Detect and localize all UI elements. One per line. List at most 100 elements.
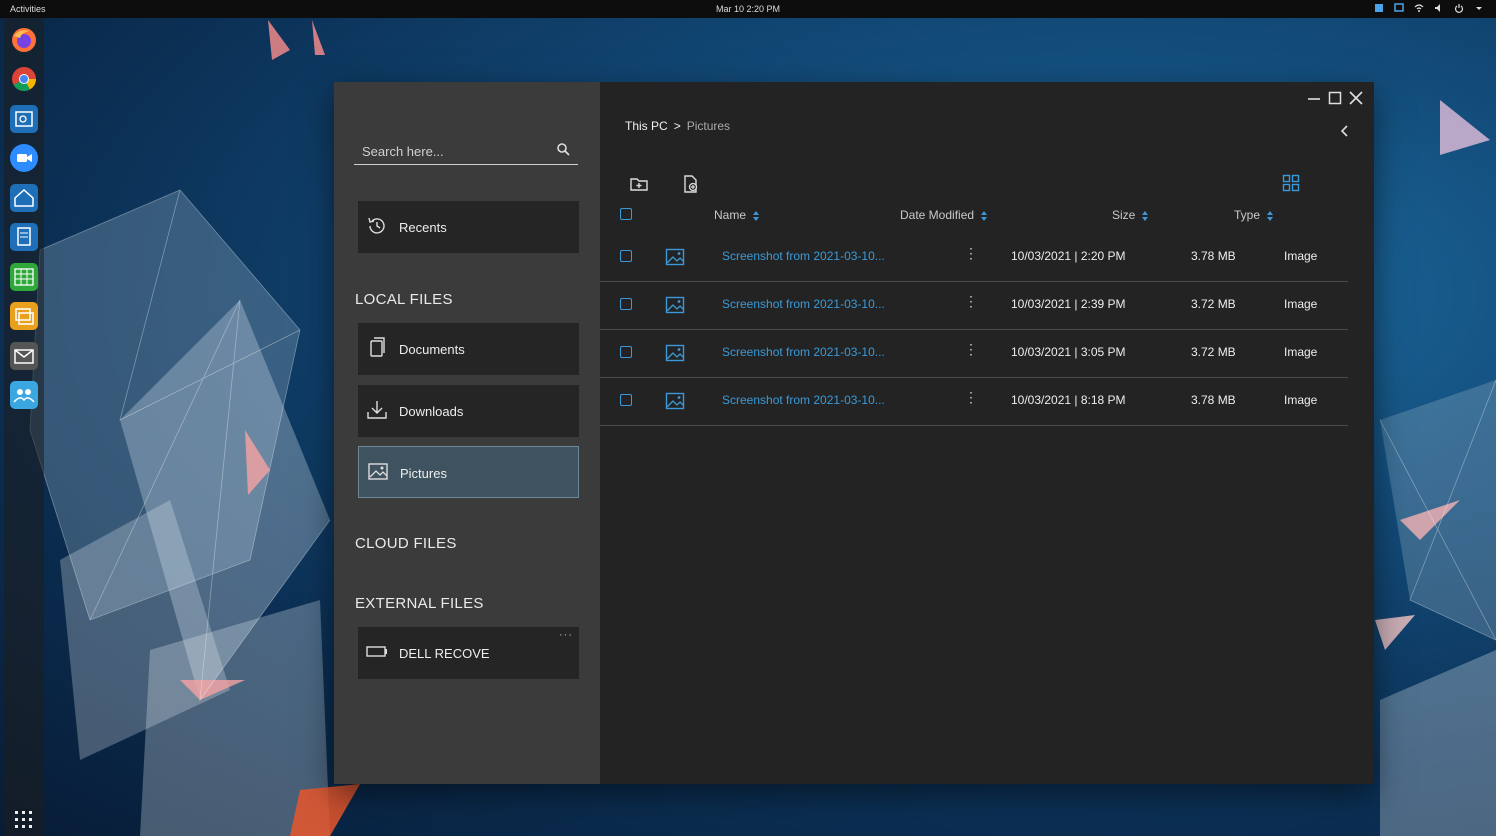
file-manager-icon[interactable] <box>10 105 38 133</box>
chrome-icon[interactable] <box>10 65 38 93</box>
sidebar-item-documents[interactable]: Documents <box>358 323 579 375</box>
file-size: 3.78 MB <box>1191 393 1236 407</box>
more-vert-icon[interactable]: ⋮ <box>964 390 978 404</box>
file-size: 3.72 MB <box>1191 345 1236 359</box>
volume-icon[interactable] <box>1434 3 1444 13</box>
workspace-icon[interactable] <box>1374 3 1384 13</box>
row-checkbox[interactable] <box>620 298 632 310</box>
sidebar-item-recents[interactable]: Recents <box>358 201 579 253</box>
picture-icon <box>367 461 389 483</box>
date-modified: 10/03/2021 | 2:39 PM <box>1011 297 1126 311</box>
sort-icon <box>981 210 988 221</box>
local-files-heading: LOCAL FILES <box>355 291 453 308</box>
more-vert-icon[interactable]: ⋮ <box>964 342 978 356</box>
minimize-icon[interactable] <box>1306 90 1322 106</box>
file-type: Image <box>1284 249 1318 263</box>
row-checkbox[interactable] <box>620 394 632 406</box>
chevron-left-icon[interactable] <box>1338 124 1352 138</box>
sidebar-item-downloads[interactable]: Downloads <box>358 385 579 437</box>
sort-icon <box>1142 210 1149 221</box>
row-checkbox[interactable] <box>620 250 632 262</box>
more-options-icon[interactable]: ··· <box>559 629 573 641</box>
download-icon <box>366 399 388 421</box>
date-modified: 10/03/2021 | 3:05 PM <box>1011 345 1126 359</box>
image-file-icon <box>665 392 685 410</box>
search-input[interactable] <box>354 142 552 160</box>
sidebar-item-label: Downloads <box>399 404 464 419</box>
history-icon <box>366 215 388 237</box>
file-name-link[interactable]: Screenshot from 2021-03-10... <box>722 345 885 359</box>
wifi-icon[interactable] <box>1414 3 1424 13</box>
file-name-link[interactable]: Screenshot from 2021-03-10... <box>722 393 885 407</box>
sidebar-item-label: Recents <box>399 220 447 235</box>
team-icon[interactable] <box>10 381 38 409</box>
sidebar: Recents LOCAL FILES Documents Downloads … <box>334 82 600 784</box>
sidebar-item-pictures[interactable]: Pictures <box>358 446 579 498</box>
cloud-files-heading[interactable]: CLOUD FILES <box>355 535 457 552</box>
maximize-icon[interactable] <box>1327 90 1343 106</box>
sidebar-item-label: Pictures <box>400 466 447 481</box>
sidebar-item-label: DELL RECOVE <box>399 646 490 661</box>
mail-icon[interactable] <box>10 342 38 370</box>
table-row[interactable]: Screenshot from 2021-03-10... ⋮ 10/03/20… <box>600 330 1348 378</box>
zoom-icon[interactable] <box>10 144 38 172</box>
app-grid-icon[interactable] <box>14 810 34 830</box>
file-type: Image <box>1284 297 1318 311</box>
more-vert-icon[interactable]: ⋮ <box>964 294 978 308</box>
document-icon <box>366 337 388 359</box>
dock <box>4 18 44 836</box>
table-row[interactable]: Screenshot from 2021-03-10... ⋮ 10/03/20… <box>600 378 1348 426</box>
breadcrumb: This PC > Pictures <box>625 119 730 133</box>
search-box <box>354 138 578 165</box>
system-tray[interactable] <box>1374 3 1484 13</box>
sort-icon <box>1267 210 1274 221</box>
breadcrumb-separator: > <box>673 119 681 133</box>
column-header-date-modified[interactable]: Date Modified <box>900 208 988 222</box>
file-size: 3.72 MB <box>1191 297 1236 311</box>
main-panel: This PC > Pictures Name Date Modified Size… <box>600 82 1374 784</box>
new-folder-icon[interactable] <box>629 174 649 194</box>
power-icon[interactable] <box>1454 3 1464 13</box>
image-file-icon <box>665 296 685 314</box>
column-header-name[interactable]: Name <box>714 208 760 222</box>
close-icon[interactable] <box>1348 90 1364 106</box>
more-vert-icon[interactable]: ⋮ <box>964 246 978 260</box>
file-type: Image <box>1284 393 1318 407</box>
row-checkbox[interactable] <box>620 346 632 358</box>
sort-icon <box>753 210 760 221</box>
image-file-icon <box>665 248 685 266</box>
slides-icon[interactable] <box>10 302 38 330</box>
column-label: Date Modified <box>900 208 975 222</box>
search-icon[interactable] <box>556 142 570 156</box>
system-top-bar: Activities Mar 10 2:20 PM <box>0 0 1496 18</box>
spreadsheet-icon[interactable] <box>10 263 38 291</box>
home-app-icon[interactable] <box>10 184 38 212</box>
table-row[interactable]: Screenshot from 2021-03-10... ⋮ 10/03/20… <box>600 282 1348 330</box>
image-file-icon <box>665 344 685 362</box>
chevron-down-icon[interactable] <box>1474 3 1484 13</box>
table-row[interactable]: Screenshot from 2021-03-10... ⋮ 10/03/20… <box>600 234 1348 282</box>
breadcrumb-this-pc[interactable]: This PC <box>625 119 668 133</box>
document-viewer-icon[interactable] <box>10 223 38 251</box>
file-manager-window: Recents LOCAL FILES Documents Downloads … <box>334 82 1374 784</box>
select-all-checkbox[interactable] <box>620 208 632 220</box>
clock[interactable]: Mar 10 2:20 PM <box>0 4 1496 14</box>
column-label: Type <box>1234 208 1261 222</box>
column-header-type[interactable]: Type <box>1234 208 1274 222</box>
external-files-heading: EXTERNAL FILES <box>355 595 484 612</box>
new-file-icon[interactable] <box>681 174 701 194</box>
firefox-icon[interactable] <box>10 26 38 54</box>
screen-icon[interactable] <box>1394 3 1404 13</box>
column-label: Name <box>714 208 747 222</box>
grid-view-icon[interactable] <box>1282 174 1300 192</box>
file-size: 3.78 MB <box>1191 249 1236 263</box>
date-modified: 10/03/2021 | 2:20 PM <box>1011 249 1126 263</box>
column-label: Size <box>1112 208 1136 222</box>
file-name-link[interactable]: Screenshot from 2021-03-10... <box>722 249 885 263</box>
column-header-size[interactable]: Size <box>1112 208 1149 222</box>
breadcrumb-current: Pictures <box>686 119 731 133</box>
file-type: Image <box>1284 345 1318 359</box>
file-name-link[interactable]: Screenshot from 2021-03-10... <box>722 297 885 311</box>
drive-icon <box>366 641 388 663</box>
sidebar-item-dell-recove[interactable]: DELL RECOVE ··· <box>358 627 579 679</box>
